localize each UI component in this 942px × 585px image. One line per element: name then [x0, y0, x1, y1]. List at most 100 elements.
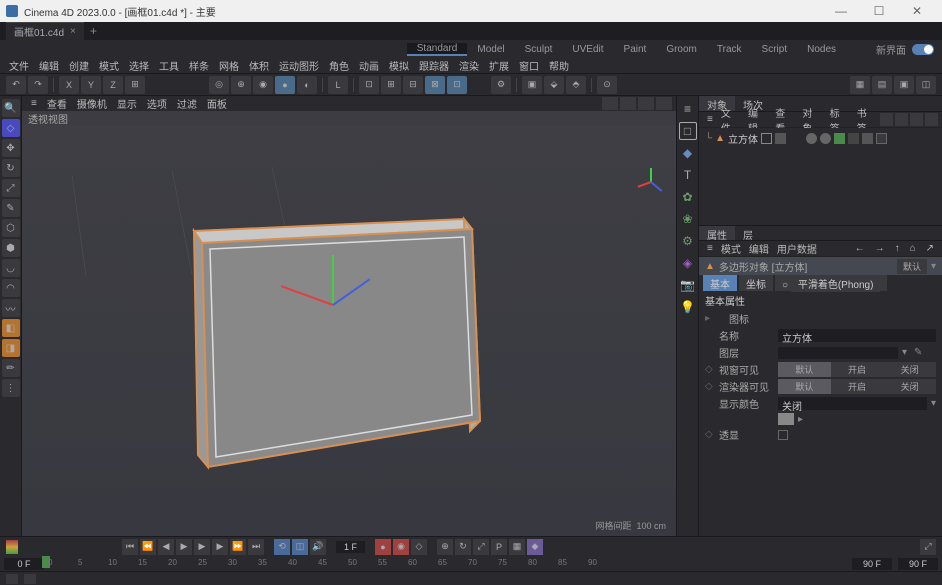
layout-paint[interactable]: Paint — [614, 44, 657, 55]
attr-fwd[interactable]: → — [871, 243, 889, 254]
menu-volume[interactable]: 体积 — [244, 58, 274, 73]
text-icon[interactable]: T — [679, 166, 697, 184]
snap-2[interactable]: ⊞ — [381, 76, 401, 94]
zoom-icon[interactable]: 🔍 — [2, 99, 20, 117]
visrender-segment[interactable]: 默认开启关闭 — [778, 379, 936, 394]
attr-home[interactable]: ⌂ — [906, 243, 920, 254]
menu-extensions[interactable]: 扩展 — [484, 58, 514, 73]
close-button[interactable]: ✕ — [898, 0, 936, 22]
tool-d-icon[interactable]: ◠ — [2, 279, 20, 297]
loop-button[interactable]: ⟲ — [274, 539, 290, 555]
tool-a-icon[interactable]: ⬡ — [2, 219, 20, 237]
autokey-button[interactable]: ◉ — [393, 539, 409, 555]
tab-layers[interactable]: 层 — [735, 226, 761, 240]
obj-enable-flag[interactable] — [834, 133, 845, 144]
scale-icon[interactable]: ⤢ — [2, 179, 20, 197]
axis-y-button[interactable]: Y — [81, 76, 101, 94]
field-icon[interactable]: ◈ — [679, 254, 697, 272]
interface-toggle[interactable] — [912, 44, 934, 55]
go-start-button[interactable]: ⏮ — [122, 539, 138, 555]
obj-menu-btn[interactable]: ≡ — [703, 114, 717, 125]
current-frame[interactable]: 1 F — [336, 541, 365, 553]
generator-2-icon[interactable]: ❀ — [679, 210, 697, 228]
snap-3[interactable]: ⊟ — [403, 76, 423, 94]
obj-flag-1[interactable] — [761, 133, 772, 144]
menu-animate[interactable]: 动画 — [354, 58, 384, 73]
menu-select[interactable]: 选择 — [124, 58, 154, 73]
tool-f-icon[interactable]: ◧ — [2, 319, 20, 337]
snap-4[interactable]: ⊠ — [425, 76, 445, 94]
render-settings-button[interactable]: ▤ — [872, 76, 892, 94]
minimize-button[interactable]: — — [822, 0, 860, 22]
attr-userdata[interactable]: 用户数据 — [773, 241, 821, 256]
menu-spline[interactable]: 样条 — [184, 58, 214, 73]
vp-nav-1[interactable] — [602, 97, 618, 110]
attr-ext[interactable]: ↗ — [922, 243, 938, 254]
layout-uvedit[interactable]: UVEdit — [562, 44, 613, 55]
generator-3-icon[interactable]: ⚙ — [679, 232, 697, 250]
tool-2[interactable]: ⊕ — [231, 76, 251, 94]
history-icon[interactable]: ≡ — [679, 100, 697, 118]
range-end-2[interactable]: 90 F — [898, 558, 938, 570]
camera-icon[interactable]: 📷 — [679, 276, 697, 294]
layout-groom[interactable]: Groom — [656, 44, 707, 55]
subtab-phong[interactable]: ○ 平滑着色(Phong) — [775, 275, 887, 291]
play-button[interactable]: ▶ — [194, 539, 210, 555]
layout-script[interactable]: Script — [752, 44, 798, 55]
attr-mode[interactable]: 模式 — [717, 241, 745, 256]
obj-tag-3[interactable] — [876, 133, 887, 144]
prev-key-button[interactable]: ⏪ — [140, 539, 156, 555]
live-select-icon[interactable]: ◇ — [2, 119, 20, 137]
render-2[interactable]: ▣ — [522, 76, 542, 94]
menu-simulate[interactable]: 模拟 — [384, 58, 414, 73]
attr-back[interactable]: ← — [851, 243, 869, 254]
tab-add-button[interactable]: + — [84, 24, 103, 38]
snap-5[interactable]: ⊡ — [447, 76, 467, 94]
cube-object[interactable] — [22, 125, 662, 536]
tab-attributes[interactable]: 属性 — [699, 226, 735, 240]
render-1[interactable]: ⚙ — [491, 76, 511, 94]
vp-camera[interactable]: 摄像机 — [72, 96, 112, 111]
document-tab[interactable]: 画框01.c4d × — [6, 22, 84, 40]
obj-tag-1[interactable] — [848, 133, 859, 144]
range-start-1[interactable]: 0 F — [4, 558, 44, 570]
next-key-button[interactable]: ⏩ — [230, 539, 246, 555]
menu-character[interactable]: 角色 — [324, 58, 354, 73]
vp-view[interactable]: 查看 — [42, 96, 72, 111]
layout-model[interactable]: Model — [467, 44, 514, 55]
layer-input[interactable] — [778, 347, 898, 359]
menu-mode[interactable]: 模式 — [94, 58, 124, 73]
primitive-solid-icon[interactable]: ◆ — [679, 144, 697, 162]
picture-viewer-button[interactable]: ▦ — [850, 76, 870, 94]
maximize-button[interactable]: ☐ — [860, 0, 898, 22]
render-3[interactable]: ⬙ — [544, 76, 564, 94]
y-axis[interactable] — [332, 255, 334, 305]
vp-nav-4[interactable] — [656, 97, 672, 110]
attr-preset-dropdown[interactable]: 默认 — [897, 259, 927, 274]
timeline-expand-button[interactable]: ⤢ — [920, 539, 936, 555]
snap-1[interactable]: ⊡ — [359, 76, 379, 94]
tool-1[interactable]: ◎ — [209, 76, 229, 94]
axis-indicator[interactable] — [636, 160, 666, 190]
tool-b-icon[interactable]: ⬢ — [2, 239, 20, 257]
attr-up[interactable]: ↑ — [891, 243, 904, 254]
key-mode-button[interactable]: ◆ — [527, 539, 543, 555]
visview-segment[interactable]: 默认开启关闭 — [778, 362, 936, 377]
menu-help[interactable]: 帮助 — [544, 58, 574, 73]
dispcolor-dropdown[interactable]: 关闭 — [778, 397, 927, 410]
tool-3[interactable]: ◉ — [253, 76, 273, 94]
sound-button[interactable]: 🔊 — [310, 539, 326, 555]
subtab-basic[interactable]: 基本 — [703, 275, 737, 291]
key-pos-button[interactable]: ⊕ — [437, 539, 453, 555]
status-icon-2[interactable] — [24, 574, 36, 584]
menu-mesh[interactable]: 网格 — [214, 58, 244, 73]
render-region-button[interactable]: ◫ — [916, 76, 936, 94]
color-swatch[interactable] — [778, 413, 794, 425]
obj-tag-2[interactable] — [862, 133, 873, 144]
attr-edit[interactable]: 编辑 — [745, 241, 773, 256]
generator-1-icon[interactable]: ✿ — [679, 188, 697, 206]
vp-menu-btn[interactable]: ≡ — [26, 98, 42, 109]
render-5[interactable]: ⊙ — [597, 76, 617, 94]
record-button[interactable]: ● — [375, 539, 391, 555]
tab-close-icon[interactable]: × — [70, 26, 76, 37]
